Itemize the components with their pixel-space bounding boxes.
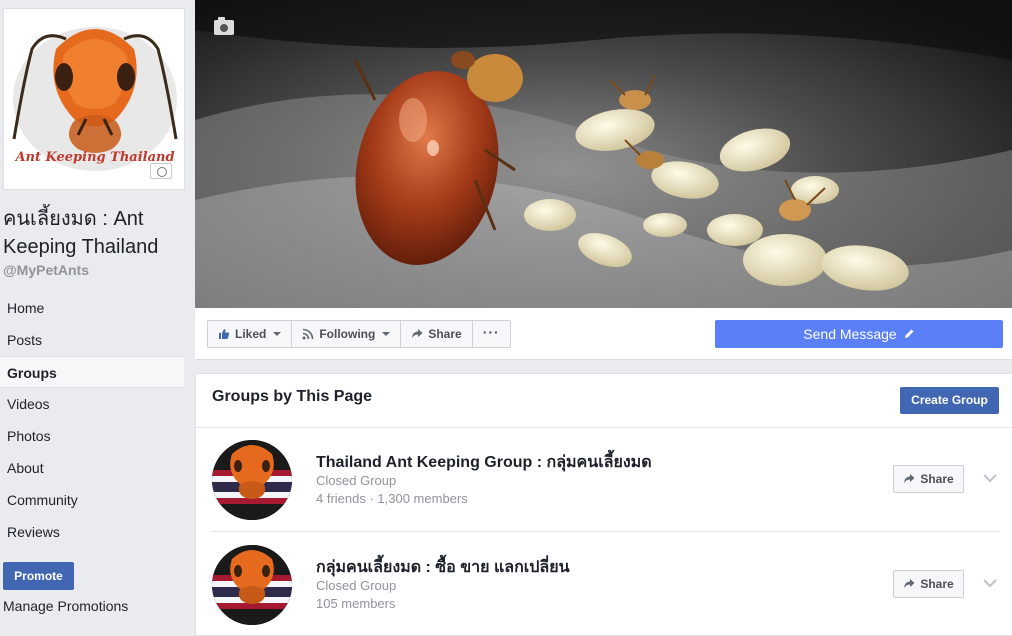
sidebar-nav: Home Posts Groups Videos Photos About Co… [0,292,184,548]
following-label: Following [319,327,376,341]
group-avatar-image [212,440,292,520]
cover-image [195,0,1012,308]
sidebar-item-community[interactable]: Community [0,484,184,516]
chevron-down-icon[interactable] [982,575,998,591]
share-label: Share [920,472,954,486]
more-icon: ··· [482,323,500,340]
groups-section: Groups by This Page Create Group Thailan… [195,373,1012,636]
groups-header: Groups by This Page Create Group [196,374,1012,428]
share-arrow-icon [904,579,915,588]
rss-icon [302,328,314,340]
promote-button[interactable]: Promote [3,562,74,590]
action-bar: Liked Following Share ··· Send Message [195,308,1012,360]
sidebar-item-posts[interactable]: Posts [0,324,184,356]
group-members: 105 members [316,596,396,611]
share-button[interactable]: Share [401,321,473,347]
sidebar-item-groups[interactable]: Groups [0,356,184,388]
group-avatar[interactable] [212,440,292,520]
group-avatar[interactable] [212,545,292,625]
cover-photo[interactable] [195,0,1012,308]
share-arrow-icon [904,474,915,483]
group-name[interactable]: กลุ่มคนเลี้ยงมด : ซื้อ ขาย แลกเปลี่ยน [316,555,570,580]
group-members: 4 friends · 1,300 members [316,491,468,506]
group-name[interactable]: Thailand Ant Keeping Group : กลุ่มคนเลี้… [316,450,652,475]
liked-label: Liked [235,327,267,341]
liked-button[interactable]: Liked [208,321,293,347]
camera-icon[interactable] [150,163,172,179]
chevron-down-icon [273,332,282,336]
group-share-button[interactable]: Share [893,570,964,598]
sidebar-item-photos[interactable]: Photos [0,420,184,452]
share-label: Share [920,577,954,591]
sidebar-item-home[interactable]: Home [0,292,184,324]
send-message-button[interactable]: Send Message [715,320,1003,348]
chevron-down-icon[interactable] [982,470,998,486]
group-privacy: Closed Group [316,473,397,488]
groups-title: Groups by This Page [212,388,373,405]
sidebar-item-reviews[interactable]: Reviews [0,516,184,548]
group-share-button[interactable]: Share [893,465,964,493]
group-list-item: Thailand Ant Keeping Group : กลุ่มคนเลี้… [212,428,1000,532]
group-privacy: Closed Group [316,578,397,593]
chevron-down-icon [382,332,391,336]
page-actions: Liked Following Share ··· [207,320,511,348]
thumbs-up-icon [219,329,230,339]
group-list-item: กลุ่มคนเลี้ยงมด : ซื้อ ขาย แลกเปลี่ยน Cl… [212,533,1000,636]
group-avatar-image [212,545,292,625]
create-group-button[interactable]: Create Group [900,387,999,414]
manage-promotions-link[interactable]: Manage Promotions [3,598,128,614]
sidebar-item-about[interactable]: About [0,452,184,484]
left-column: Ant Keeping Thailand คนเลี้ยงมด : Ant Ke… [0,0,195,636]
share-arrow-icon [412,329,423,338]
page-handle[interactable]: @MyPetAnts [3,262,89,278]
camera-icon[interactable] [214,17,234,35]
page-title[interactable]: คนเลี้ยงมด : Ant Keeping Thailand [3,205,191,261]
send-message-label: Send Message [803,326,897,342]
pencil-icon [904,329,914,338]
share-label: Share [428,327,462,341]
following-button[interactable]: Following [292,321,402,347]
sidebar-item-videos[interactable]: Videos [0,388,184,420]
profile-picture[interactable]: Ant Keeping Thailand [3,8,185,190]
more-options-button[interactable]: ··· [473,321,510,347]
facebook-page: Ant Keeping Thailand คนเลี้ยงมด : Ant Ke… [0,0,1012,636]
